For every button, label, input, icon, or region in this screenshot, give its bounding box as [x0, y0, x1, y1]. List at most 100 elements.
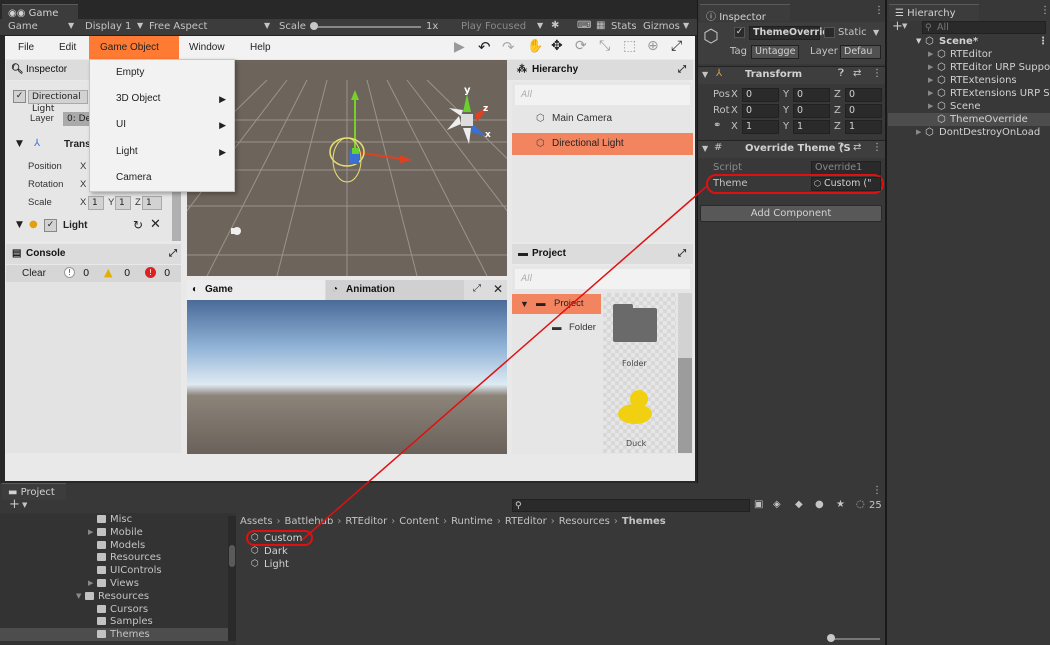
- active-checkbox[interactable]: ✓: [13, 90, 26, 103]
- keyboard-icon[interactable]: ⌨: [577, 20, 591, 31]
- game-view[interactable]: [187, 300, 507, 454]
- scale-slider[interactable]: [311, 26, 421, 28]
- play-icon[interactable]: ▶: [454, 39, 465, 55]
- more-icon[interactable]: ⋮: [874, 5, 884, 16]
- menu-item-light[interactable]: Light ▶: [90, 139, 234, 165]
- hierarchy-dont-destroy[interactable]: ▶ ⬡ DontDestroyOnLoad: [888, 126, 1050, 139]
- light-enabled-checkbox[interactable]: ✓: [44, 219, 57, 232]
- breadcrumb-segment[interactable]: Resources: [559, 516, 610, 527]
- maximize-icon[interactable]: ⤢: [473, 283, 481, 294]
- stats-button[interactable]: Stats: [611, 21, 637, 32]
- rt-console-header[interactable]: ▤ Console ⤢: [6, 244, 181, 264]
- chevron-down-icon[interactable]: ▼: [873, 28, 879, 37]
- menu-item-3d-object[interactable]: 3D Object ▶: [90, 86, 234, 112]
- tab-rt-animation[interactable]: ◔ Animation: [326, 280, 464, 300]
- mute-icon[interactable]: ✱: [551, 20, 559, 31]
- display-dropdown[interactable]: Display 1: [85, 21, 131, 32]
- scale-x-field[interactable]: 1: [742, 120, 779, 134]
- close-icon[interactable]: ✕: [493, 282, 503, 296]
- hierarchy-search[interactable]: ⚲ All: [922, 21, 1046, 34]
- layer-dropdown[interactable]: Defau: [840, 45, 881, 59]
- gizmos-button[interactable]: Gizmos: [643, 21, 680, 32]
- hierarchy-item-selected[interactable]: ⬡ ThemeOverride: [888, 113, 1050, 126]
- chevron-down-icon[interactable]: ▼: [22, 501, 27, 509]
- more-icon[interactable]: ⋮: [872, 485, 882, 496]
- undo-icon[interactable]: ↶: [478, 38, 491, 56]
- project-tree-item[interactable]: ▼ Resources: [0, 590, 228, 603]
- project-tree-item[interactable]: Misc: [0, 513, 228, 526]
- breadcrumb-segment[interactable]: Runtime: [451, 516, 493, 527]
- more-icon[interactable]: ⋮: [872, 142, 882, 153]
- redo-icon[interactable]: ↷: [502, 38, 515, 56]
- more-icon[interactable]: ⋮: [1038, 35, 1048, 48]
- menu-item-camera[interactable]: Camera: [90, 165, 234, 191]
- filter-by-label-icon[interactable]: ◈: [773, 499, 781, 510]
- move-tool-icon[interactable]: ✥: [551, 38, 563, 54]
- menu-item-ui[interactable]: UI ▶: [90, 112, 234, 138]
- star-icon[interactable]: ★: [836, 499, 845, 510]
- hidden-icon[interactable]: ◌: [856, 499, 865, 510]
- collapse-icon[interactable]: ▼: [76, 590, 81, 603]
- pos-y-field[interactable]: 0: [793, 88, 830, 102]
- breadcrumb-segment[interactable]: RTEditor: [505, 516, 547, 527]
- hand-tool-icon[interactable]: ✋: [527, 39, 543, 54]
- aspect-dropdown[interactable]: Free Aspect: [149, 21, 207, 32]
- project-scrollbar-thumb[interactable]: [678, 358, 692, 453]
- hierarchy-scene[interactable]: ▼ ⬡ Scene* ⋮: [888, 35, 1050, 48]
- menu-help[interactable]: Help: [239, 36, 282, 59]
- more-icon[interactable]: ⋮: [872, 68, 882, 79]
- pos-z-field[interactable]: 0: [845, 88, 882, 102]
- asset-item[interactable]: ⬡ Light: [251, 558, 289, 571]
- project-tree-item[interactable]: ▶ Mobile: [0, 526, 228, 539]
- project-tree-item[interactable]: UIControls: [0, 564, 228, 577]
- rt-hierarchy-header[interactable]: ⁂ Hierarchy ⤢: [512, 60, 693, 80]
- tree-scrollbar[interactable]: [228, 516, 236, 641]
- expand-icon[interactable]: ⤢: [671, 38, 682, 54]
- pos-x-field[interactable]: 0: [742, 88, 779, 102]
- scale-y-field[interactable]: 1: [793, 120, 830, 134]
- rt-project-header[interactable]: ▬ Project ⤢: [512, 244, 693, 264]
- breadcrumb-segment[interactable]: Battlehub: [285, 516, 334, 527]
- add-component-button[interactable]: Add Component: [700, 205, 882, 222]
- object-name-field[interactable]: Directional Light: [28, 90, 88, 114]
- project-tree-item[interactable]: Models: [0, 539, 228, 552]
- error-icon[interactable]: !: [145, 267, 156, 278]
- add-icon[interactable]: +: [9, 497, 20, 512]
- theme-field[interactable]: ⬡ Custom (": [811, 177, 881, 191]
- collapse-icon[interactable]: ▼: [16, 139, 23, 149]
- collapse-icon[interactable]: ▼: [702, 70, 708, 79]
- help-icon[interactable]: ❓︎: [838, 68, 844, 79]
- scale-tool-icon[interactable]: ⤡: [599, 38, 610, 54]
- scale-z-field[interactable]: 1: [142, 196, 162, 210]
- scene-view[interactable]: y z x: [187, 60, 507, 276]
- project-tree-item[interactable]: Themes: [0, 628, 228, 642]
- maximize-icon[interactable]: ⤢: [678, 244, 686, 264]
- info-icon[interactable]: !: [64, 267, 75, 278]
- maximize-icon[interactable]: ⤢: [169, 244, 177, 264]
- icon-size-slider-handle[interactable]: [827, 634, 835, 642]
- rotate-tool-icon[interactable]: ⟳: [575, 38, 587, 54]
- tab-inspector[interactable]: ⓘ Inspector: [700, 4, 790, 23]
- filter-by-type-icon[interactable]: ▣: [754, 499, 763, 510]
- project-tree-item[interactable]: Samples: [0, 615, 228, 628]
- hierarchy-item[interactable]: ▶ ⬡ RTEditor: [888, 48, 1050, 61]
- breadcrumb-segment[interactable]: RTEditor: [345, 516, 387, 527]
- menu-game-object[interactable]: Game Object: [89, 36, 179, 59]
- breadcrumb-segment[interactable]: Content: [399, 516, 439, 527]
- chevron-down-icon[interactable]: ▼: [902, 22, 907, 30]
- object-name-field[interactable]: ThemeOverrid: [749, 26, 829, 40]
- expand-icon[interactable]: ▶: [88, 526, 93, 539]
- duck-asset-icon[interactable]: [618, 390, 654, 426]
- asset-item[interactable]: ⬡ Dark: [251, 545, 288, 558]
- collapse-icon[interactable]: ▼: [16, 220, 23, 230]
- project-tree-root[interactable]: ▼ ▬ Project: [512, 294, 601, 314]
- hierarchy-item[interactable]: ⬡ Main Camera: [512, 108, 693, 130]
- scale-z-field[interactable]: 1: [845, 120, 882, 134]
- project-tree-item[interactable]: ▶ Views: [0, 577, 228, 590]
- preset-icon[interactable]: ⇄: [853, 142, 861, 153]
- play-focused-dropdown[interactable]: Play Focused: [461, 21, 526, 32]
- folder-asset-icon[interactable]: [613, 308, 657, 342]
- maximize-icon[interactable]: ⤢: [678, 60, 686, 80]
- expand-icon[interactable]: ▶: [88, 577, 93, 590]
- scale-slider-handle[interactable]: [310, 22, 318, 30]
